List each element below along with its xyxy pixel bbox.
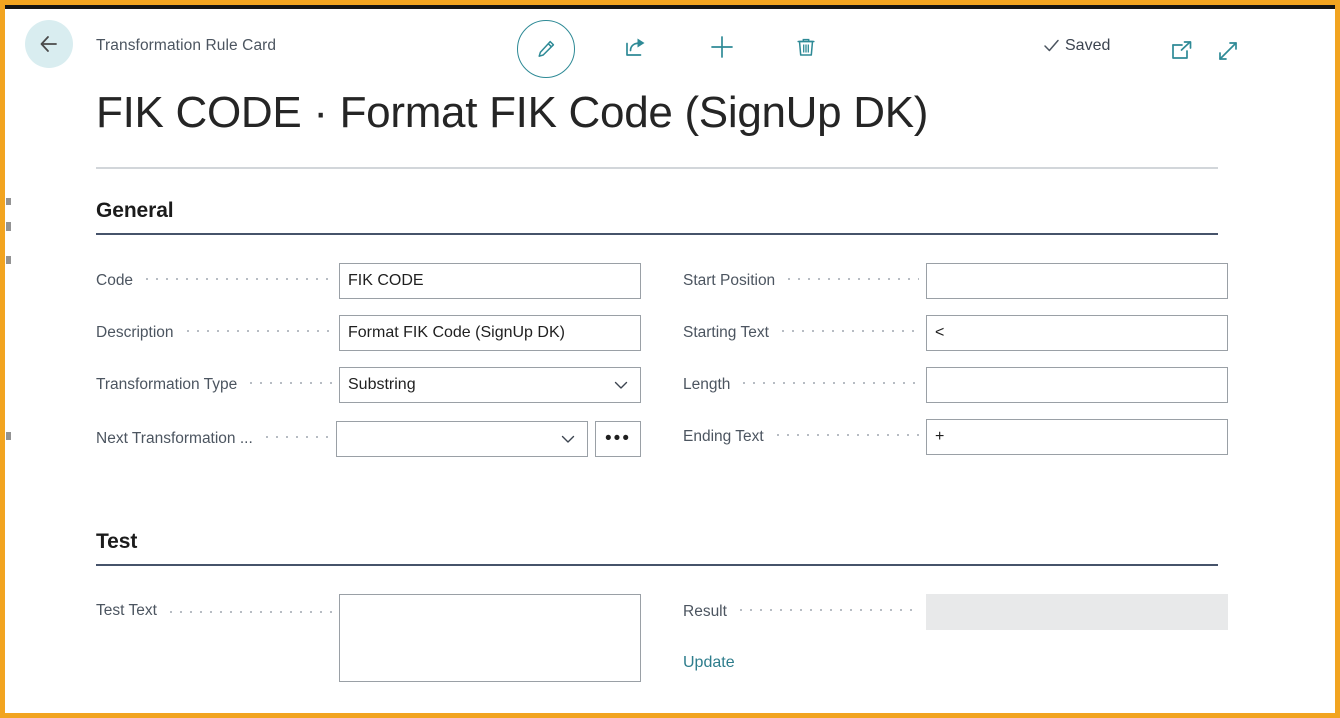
delete-button[interactable] <box>784 25 828 69</box>
dot-leader <box>142 276 332 281</box>
section-heading-test: Test <box>96 530 138 553</box>
pencil-icon <box>538 40 555 57</box>
ending-text-input[interactable]: + <box>926 419 1228 455</box>
share-icon <box>626 38 645 56</box>
length-input[interactable] <box>926 367 1228 403</box>
field-label-length: Length <box>683 376 731 393</box>
save-status-label: Saved <box>1065 36 1111 54</box>
description-input[interactable]: Format FIK Code (SignUp DK) <box>339 315 641 351</box>
starting-text-value: < <box>935 324 945 341</box>
open-in-new-window-button[interactable] <box>1160 29 1204 73</box>
field-label-description: Description <box>96 324 174 341</box>
breadcrumb[interactable]: Transformation Rule Card <box>96 37 276 55</box>
dot-leader <box>246 380 332 385</box>
new-button[interactable] <box>700 25 744 69</box>
next-transformation-select[interactable] <box>336 421 588 457</box>
field-row-ending-text: Ending Text + <box>683 419 1228 455</box>
transformation-type-select[interactable]: Substring <box>339 367 641 403</box>
title-divider <box>96 167 1218 169</box>
trash-icon <box>797 38 815 56</box>
dot-leader <box>777 328 919 333</box>
edit-button[interactable] <box>517 20 575 78</box>
expand-arrows-icon <box>1219 42 1237 60</box>
section-heading-general: General <box>96 199 174 222</box>
back-button[interactable] <box>25 20 73 68</box>
dot-leader <box>735 607 919 612</box>
starting-text-input[interactable]: < <box>926 315 1228 351</box>
field-label-start-position: Start Position <box>683 272 776 289</box>
plus-icon <box>711 36 733 58</box>
expand-button[interactable] <box>1206 29 1250 73</box>
field-label-result: Result <box>683 603 727 620</box>
start-position-input[interactable] <box>926 263 1228 299</box>
field-row-next-transformation: Next Transformation ... ••• <box>96 421 641 457</box>
edge-artifact <box>6 256 11 264</box>
ending-text-value: + <box>935 428 945 445</box>
field-row-description: Description Format FIK Code (SignUp DK) <box>96 315 641 351</box>
edge-artifact <box>6 222 11 231</box>
transformation-type-value: Substring <box>348 376 416 393</box>
field-label-test-text: Test Text <box>96 602 157 619</box>
window-top-strip <box>5 5 1340 9</box>
field-row-result: Result <box>683 594 1228 630</box>
dot-leader <box>772 432 919 437</box>
field-label-code: Code <box>96 272 134 289</box>
dot-leader <box>784 276 919 281</box>
field-label-transformation-type: Transformation Type <box>96 376 238 393</box>
section-divider-test <box>96 564 1218 566</box>
capture-frame-left <box>0 0 5 718</box>
field-label-ending-text: Ending Text <box>683 428 764 445</box>
dot-leader <box>261 434 329 439</box>
open-in-new-window-icon <box>1172 41 1192 59</box>
checkmark-icon <box>1044 39 1059 52</box>
capture-frame-top <box>0 0 1340 5</box>
test-text-textarea[interactable] <box>339 594 641 682</box>
dot-leader <box>165 610 332 614</box>
field-row-code: Code FIK CODE <box>96 263 641 299</box>
edge-artifact <box>6 432 11 440</box>
field-row-starting-text: Starting Text < <box>683 315 1228 351</box>
capture-frame-bottom <box>0 713 1340 718</box>
command-bar: Transformation Rule Card Saved <box>12 9 1334 87</box>
description-input-value: Format FIK Code (SignUp DK) <box>348 324 565 341</box>
transformation-rule-card-page: Transformation Rule Card Saved FIK CODE … <box>0 0 1340 718</box>
field-label-next-transformation: Next Transformation ... <box>96 430 253 447</box>
field-label-starting-text: Starting Text <box>683 324 769 341</box>
next-transformation-lookup-button[interactable]: ••• <box>595 421 641 457</box>
field-row-start-position: Start Position <box>683 263 1228 299</box>
dot-leader <box>739 380 919 385</box>
section-divider-general <box>96 233 1218 235</box>
result-output <box>926 594 1228 630</box>
field-row-length: Length <box>683 367 1228 403</box>
back-arrow-icon <box>40 36 57 52</box>
chevron-down-icon <box>614 381 628 389</box>
chevron-down-icon <box>561 435 575 443</box>
dot-leader <box>182 328 332 333</box>
edge-artifact <box>6 198 11 205</box>
code-input[interactable]: FIK CODE <box>339 263 641 299</box>
page-content: Transformation Rule Card Saved FIK CODE … <box>12 9 1334 709</box>
capture-frame-right <box>1335 0 1340 718</box>
page-title: FIK CODE · Format FIK Code (SignUp DK) <box>96 88 929 137</box>
field-row-transformation-type: Transformation Type Substring <box>96 367 641 403</box>
code-input-value: FIK CODE <box>348 272 424 289</box>
share-button[interactable] <box>614 25 658 69</box>
update-link[interactable]: Update <box>683 654 735 672</box>
save-status: Saved <box>1042 36 1110 55</box>
field-row-test-text: Test Text <box>96 594 641 682</box>
